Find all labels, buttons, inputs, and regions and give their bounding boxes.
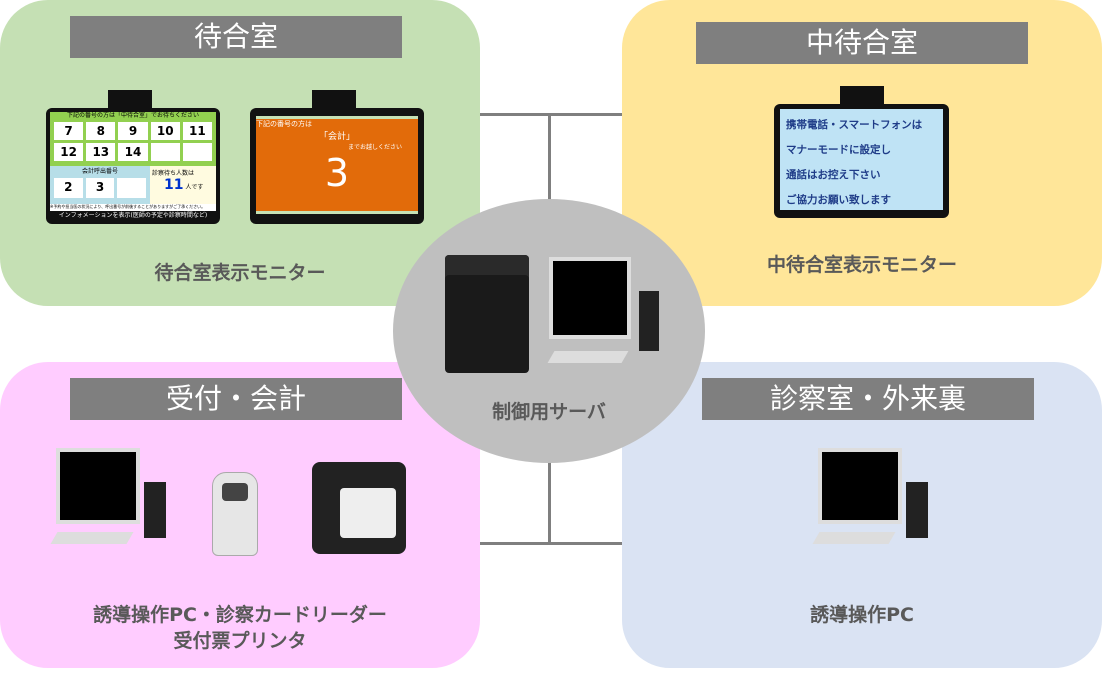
monitor-message-line: 携帯電話・スマートフォンは — [786, 119, 923, 131]
queue-number: 12 — [54, 143, 84, 161]
server-tower — [445, 255, 529, 373]
monitor-mount — [312, 90, 356, 110]
waiting-room-panel: 待合室 下記の番号の方は「中待合室」でお待ちください 7 8 9 10 11 12 13 14… — [0, 0, 480, 306]
ticket-printer — [312, 462, 406, 554]
inner-waiting-room-caption: 中待合室表示モニター — [766, 254, 957, 276]
monitor-header: 下記の番号の方は「中待合室」でお待ちください — [66, 112, 199, 119]
payment-label: 会計呼出番号 — [81, 168, 118, 175]
reception-caption-2: 受付票プリンタ — [173, 630, 307, 652]
payment-number — [117, 178, 147, 198]
card-reader — [212, 472, 258, 556]
monitor-mount — [840, 86, 884, 106]
call-line1: 下記の番号の方は — [256, 120, 312, 128]
call-line3: までお越しください — [347, 144, 402, 151]
info-text: インフォメーションを表示(医師の予定や診察時間など) — [58, 212, 208, 219]
reception-title: 受付・会計 — [70, 378, 402, 420]
inner-waiting-room-title: 中待合室 — [696, 22, 1028, 64]
waiting-count: 11 — [164, 177, 184, 193]
queue-number: 8 — [86, 122, 116, 140]
queue-number: 7 — [54, 122, 84, 140]
monitor-message-line: 通話はお控え下さい — [786, 169, 881, 181]
server-caption: 制御用サーバ — [492, 401, 606, 423]
queue-number: 14 — [118, 143, 148, 161]
network-line — [548, 113, 551, 213]
queue-number: 9 — [118, 122, 148, 140]
monitor-message-line: ご協力お願い致します — [786, 194, 891, 206]
queue-number: 13 — [86, 143, 116, 161]
waiting-room-title: 待合室 — [70, 16, 402, 58]
monitor-mount — [108, 90, 152, 110]
payment-number: 2 — [54, 178, 83, 198]
notice-text: ※予約や担当医の状況により、呼出番号が前後することがありますがご了承ください。 — [50, 204, 216, 211]
operation-pc — [50, 448, 180, 558]
reception-caption-1: 誘導操作PC・診察カードリーダー — [93, 604, 387, 626]
exam-room-caption: 誘導操作PC — [810, 604, 914, 626]
number-grid: 7 8 9 10 11 12 13 14 — [50, 120, 216, 163]
network-line — [478, 113, 624, 116]
network-line — [548, 450, 551, 544]
payment-number: 3 — [85, 178, 115, 198]
waiting-label: 診察待ち人数は — [152, 170, 195, 177]
queue-number — [150, 143, 180, 161]
call-number: 3 — [324, 151, 350, 195]
queue-number: 10 — [150, 122, 180, 140]
monitor-message-line: マナーモードに設定し — [786, 144, 891, 156]
payment-call-monitor: 下記の番号の方は 「会計」 までお越しください 3 — [250, 108, 424, 224]
queue-number — [182, 143, 212, 161]
server-circle: 制御用サーバ — [393, 199, 705, 463]
server-pc — [545, 257, 665, 377]
waiting-unit: 人です — [185, 184, 204, 191]
inner-waiting-room-panel: 中待合室 携帯電話・スマートフォンは マナーモードに設定し 通話はお控え下さい ご協力… — [622, 0, 1102, 306]
waiting-status-monitor: 下記の番号の方は「中待合室」でお待ちください 7 8 9 10 11 12 13 14 会計呼… — [46, 108, 220, 224]
manners-monitor: 携帯電話・スマートフォンは マナーモードに設定し 通話はお控え下さい ご協力お願い致し… — [774, 104, 949, 218]
call-line2: 「会計」 — [318, 132, 355, 142]
network-line — [478, 542, 624, 545]
operation-pc — [812, 448, 942, 558]
exam-room-title: 診察室・外来裏 — [702, 378, 1034, 420]
queue-number: 11 — [182, 122, 212, 140]
